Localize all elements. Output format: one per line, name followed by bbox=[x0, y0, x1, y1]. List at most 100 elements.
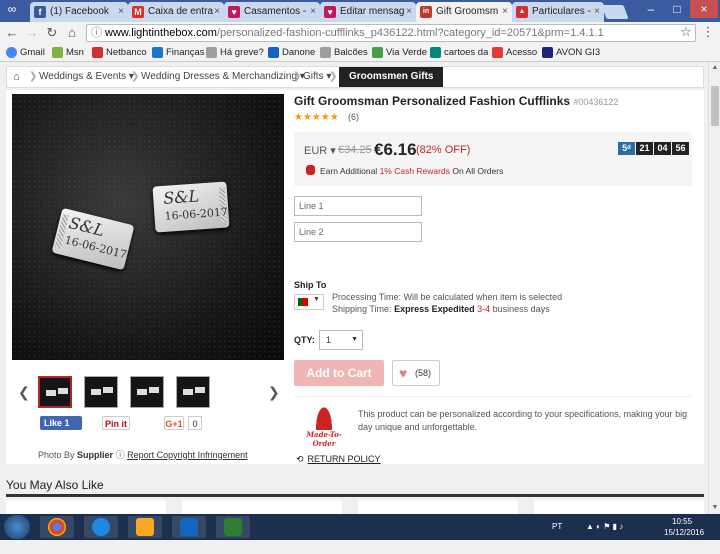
tray-icons[interactable]: ▲ ◐ ⚑ ▮ ♪ bbox=[586, 514, 623, 540]
clock-date[interactable]: 15/12/2016 bbox=[664, 528, 704, 554]
personalization-text: This product can be personalized accordi… bbox=[358, 409, 688, 432]
list-item[interactable] bbox=[534, 500, 704, 514]
close-window-icon[interactable]: × bbox=[690, 0, 718, 18]
close-icon[interactable]: × bbox=[502, 2, 508, 22]
add-to-cart-button[interactable]: Add to Cart bbox=[294, 360, 384, 386]
also-like-section: You May Also Like bbox=[0, 470, 708, 514]
scroll-thumb[interactable] bbox=[711, 86, 719, 126]
product-image[interactable]: S&L 16-06-2017 S&L 16-06-2017 bbox=[12, 94, 284, 360]
gplus-button[interactable]: G+1 bbox=[164, 416, 184, 430]
list-item[interactable] bbox=[6, 500, 166, 514]
tab-casamentos[interactable]: ♥ Casamentos - × bbox=[224, 2, 320, 22]
thumbnail[interactable] bbox=[176, 376, 210, 408]
thumbnail[interactable] bbox=[38, 376, 72, 408]
tab-gmail[interactable]: M Caixa de entra × bbox=[128, 2, 224, 22]
close-icon[interactable]: × bbox=[214, 2, 220, 22]
close-icon[interactable]: × bbox=[406, 2, 412, 22]
language-indicator[interactable]: PT bbox=[552, 514, 562, 540]
thumbnail[interactable] bbox=[130, 376, 164, 408]
chevron-left-icon[interactable]: ❮ bbox=[18, 384, 30, 401]
excel-icon bbox=[224, 518, 242, 536]
outlook-taskbar-button[interactable] bbox=[128, 516, 162, 538]
bookmark-star-icon[interactable]: ☆ bbox=[678, 24, 694, 40]
quantity-select[interactable]: 1 ▼ bbox=[319, 330, 363, 350]
reload-icon[interactable]: ↻ bbox=[44, 25, 60, 41]
viaverde-icon bbox=[372, 47, 383, 58]
review-count-link[interactable]: (6) bbox=[348, 112, 359, 122]
web-page: ⌂ ❯ Weddings & Events ▾ ❯ Wedding Dresse… bbox=[0, 62, 708, 514]
close-icon[interactable]: × bbox=[118, 2, 124, 22]
car-icon: ▲ bbox=[516, 6, 528, 18]
breadcrumb-weddings-events[interactable]: Weddings & Events ▾ bbox=[39, 67, 134, 87]
ie-taskbar-button[interactable] bbox=[84, 516, 118, 538]
product-title: Gift Groomsman Personalized Fashion Cuff… bbox=[294, 94, 619, 108]
new-tab-button[interactable] bbox=[601, 5, 629, 19]
finance-icon bbox=[152, 47, 163, 58]
thumbnail-strip: ❮ ❯ bbox=[6, 370, 296, 410]
bookmark-netbanco[interactable]: Netbanco bbox=[92, 44, 147, 62]
return-policy-link[interactable]: ⟲ RETURN POLICY bbox=[296, 454, 381, 465]
back-icon[interactable]: ← bbox=[4, 25, 20, 41]
menu-icon[interactable]: ⋮ bbox=[700, 24, 716, 40]
close-icon[interactable]: × bbox=[594, 2, 600, 22]
page-scrollbar[interactable]: ▲ ▼ bbox=[708, 62, 720, 514]
bookmark-acesso[interactable]: Acesso bbox=[492, 44, 537, 62]
bookmark-ha-greve[interactable]: Há greve? bbox=[206, 44, 264, 62]
ship-to-label: Ship To bbox=[294, 280, 327, 290]
page-info-icon[interactable]: ⓘ bbox=[91, 25, 102, 41]
tab-strip: ∞ f (1) Facebook × M Caixa de entra × ♥ … bbox=[0, 0, 720, 22]
close-icon[interactable]: × bbox=[310, 2, 316, 22]
help-icon[interactable]: ⓘ bbox=[116, 450, 125, 460]
pinit-button[interactable]: Pin it bbox=[102, 416, 130, 430]
tab-facebook[interactable]: f (1) Facebook × bbox=[30, 2, 128, 22]
tab-editar[interactable]: ♥ Editar mensag × bbox=[320, 2, 416, 22]
country-selector[interactable]: ▼ bbox=[294, 294, 324, 310]
document-icon bbox=[320, 47, 331, 58]
breadcrumb-wedding-dresses[interactable]: Wedding Dresses & Merchandizing ▾ bbox=[141, 67, 305, 87]
breadcrumb-current: Groomsmen Gifts bbox=[339, 67, 444, 87]
engraving-line2-input[interactable]: Line 2 bbox=[294, 222, 422, 242]
home-icon[interactable]: ⌂ bbox=[64, 25, 80, 41]
chrome-taskbar-button[interactable] bbox=[40, 516, 74, 538]
bookmark-gmail[interactable]: Gmail bbox=[6, 44, 45, 62]
minimize-icon[interactable]: – bbox=[638, 0, 664, 18]
scroll-up-icon[interactable]: ▲ bbox=[709, 62, 720, 74]
report-copyright-link[interactable]: Report Copyright Infringement bbox=[127, 450, 248, 460]
engraving-line1-input[interactable]: Line 1 bbox=[294, 196, 422, 216]
home-icon[interactable]: ⌂ bbox=[13, 67, 20, 87]
section-title: You May Also Like bbox=[6, 478, 104, 492]
bookmark-cartoes[interactable]: cartoes da bbox=[430, 44, 488, 62]
lync-taskbar-button[interactable] bbox=[172, 516, 206, 538]
scroll-down-icon[interactable]: ▼ bbox=[709, 502, 720, 514]
supplier-link[interactable]: Supplier bbox=[77, 450, 113, 460]
bookmark-financas[interactable]: Finanças bbox=[152, 44, 205, 62]
address-bar[interactable]: ⓘ www.lightinthebox.com/personalized-fas… bbox=[86, 24, 696, 42]
bookmark-avon[interactable]: AVON GI3 bbox=[542, 44, 600, 62]
bookmark-msn[interactable]: Msn bbox=[52, 44, 84, 62]
start-button[interactable] bbox=[4, 515, 30, 539]
netbanco-icon bbox=[92, 47, 103, 58]
current-price: €6.16 bbox=[374, 140, 417, 159]
processing-time: Processing Time: Will be calculated when… bbox=[332, 292, 563, 302]
wishlist-button[interactable]: ♥ (58) bbox=[392, 360, 440, 386]
maximize-icon[interactable]: □ bbox=[664, 0, 690, 18]
bookmark-via-verde[interactable]: Via Verde bbox=[372, 44, 427, 62]
chevron-right-icon[interactable]: ❯ bbox=[268, 384, 280, 401]
currency-selector[interactable]: EUR ▾ bbox=[304, 144, 336, 157]
facebook-like-button[interactable]: Like 1 bbox=[40, 416, 82, 430]
tab-gift-groomsman[interactable]: in Gift Groomsm × bbox=[416, 2, 512, 22]
breadcrumb-gifts[interactable]: Gifts ▾ bbox=[303, 67, 331, 87]
bookmark-balcoes[interactable]: Balcões bbox=[320, 44, 368, 62]
bookmark-danone[interactable]: Danone bbox=[268, 44, 315, 62]
forward-icon[interactable]: → bbox=[24, 25, 40, 41]
rating-stars-icon[interactable]: ★★★★★ bbox=[294, 112, 339, 123]
list-item[interactable] bbox=[358, 500, 518, 514]
excel-taskbar-button[interactable] bbox=[216, 516, 250, 538]
quantity-label: QTY: bbox=[294, 335, 315, 345]
avon-icon bbox=[542, 47, 553, 58]
thumbnail[interactable] bbox=[84, 376, 118, 408]
list-item[interactable] bbox=[182, 500, 342, 514]
tab-particulares[interactable]: ▲ Particulares - × bbox=[512, 2, 604, 22]
money-bag-icon bbox=[306, 165, 315, 175]
heart-icon: ♥ bbox=[324, 6, 336, 18]
